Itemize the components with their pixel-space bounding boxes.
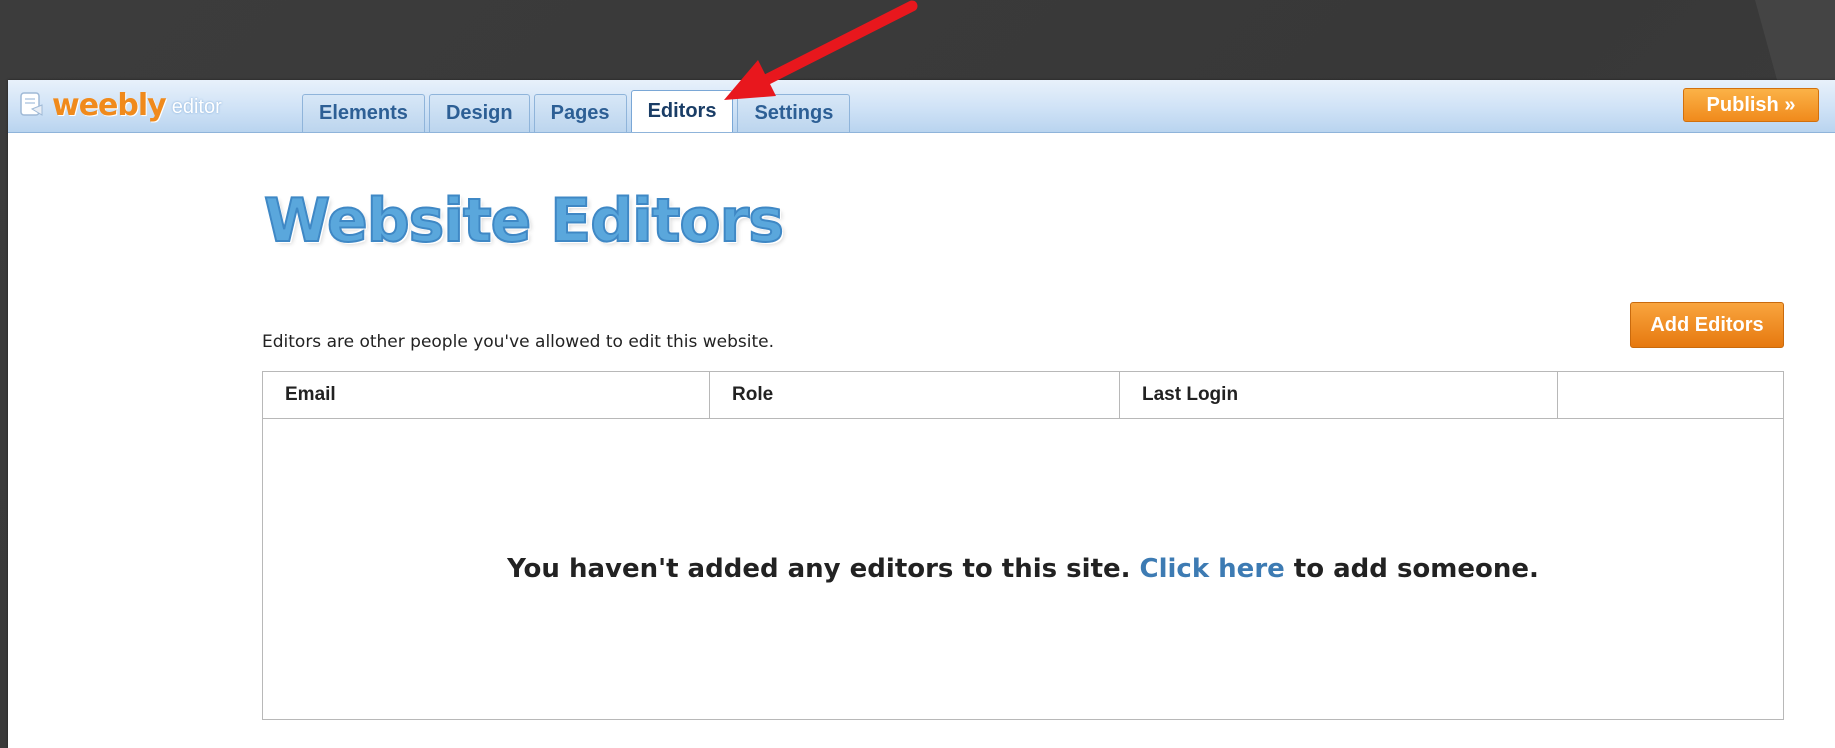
column-header-last-login: Last Login (1120, 372, 1558, 418)
column-header-role: Role (710, 372, 1120, 418)
empty-state-text-end: to add someone. (1293, 554, 1539, 584)
add-editors-button[interactable]: Add Editors (1630, 302, 1784, 348)
add-someone-link[interactable]: Click here (1140, 554, 1285, 584)
page-title: Website Editors (263, 185, 785, 257)
editor-topbar: weebly editor Elements Design Pages Edit… (8, 80, 1835, 133)
weebly-editor-window: weebly editor Elements Design Pages Edit… (8, 80, 1835, 748)
logo-subtitle: editor (171, 95, 222, 118)
tab-design[interactable]: Design (428, 94, 530, 132)
empty-state-message: You haven't added any editors to this si… (263, 418, 1783, 720)
weebly-logo-icon (20, 92, 43, 116)
main-tabs: Elements Design Pages Editors Settings (302, 90, 854, 132)
screenshot-stage: weebly editor Elements Design Pages Edit… (0, 0, 1835, 748)
tab-elements[interactable]: Elements (302, 94, 425, 132)
tab-pages[interactable]: Pages (533, 94, 627, 132)
column-header-actions (1558, 372, 1783, 418)
weebly-logo[interactable]: weebly editor (18, 87, 222, 123)
empty-state-text: You haven't added any editors to this si… (507, 554, 1131, 584)
column-header-email: Email (263, 372, 710, 418)
tab-editors[interactable]: Editors (630, 90, 734, 132)
publish-button[interactable]: Publish » (1683, 88, 1819, 122)
logo-wordmark: weebly (52, 87, 167, 123)
tab-settings[interactable]: Settings (737, 94, 851, 132)
table-header: Email Role Last Login (263, 372, 1783, 419)
page-description: Editors are other people you've allowed … (262, 332, 775, 352)
editors-table: Email Role Last Login You haven't added … (262, 371, 1784, 720)
